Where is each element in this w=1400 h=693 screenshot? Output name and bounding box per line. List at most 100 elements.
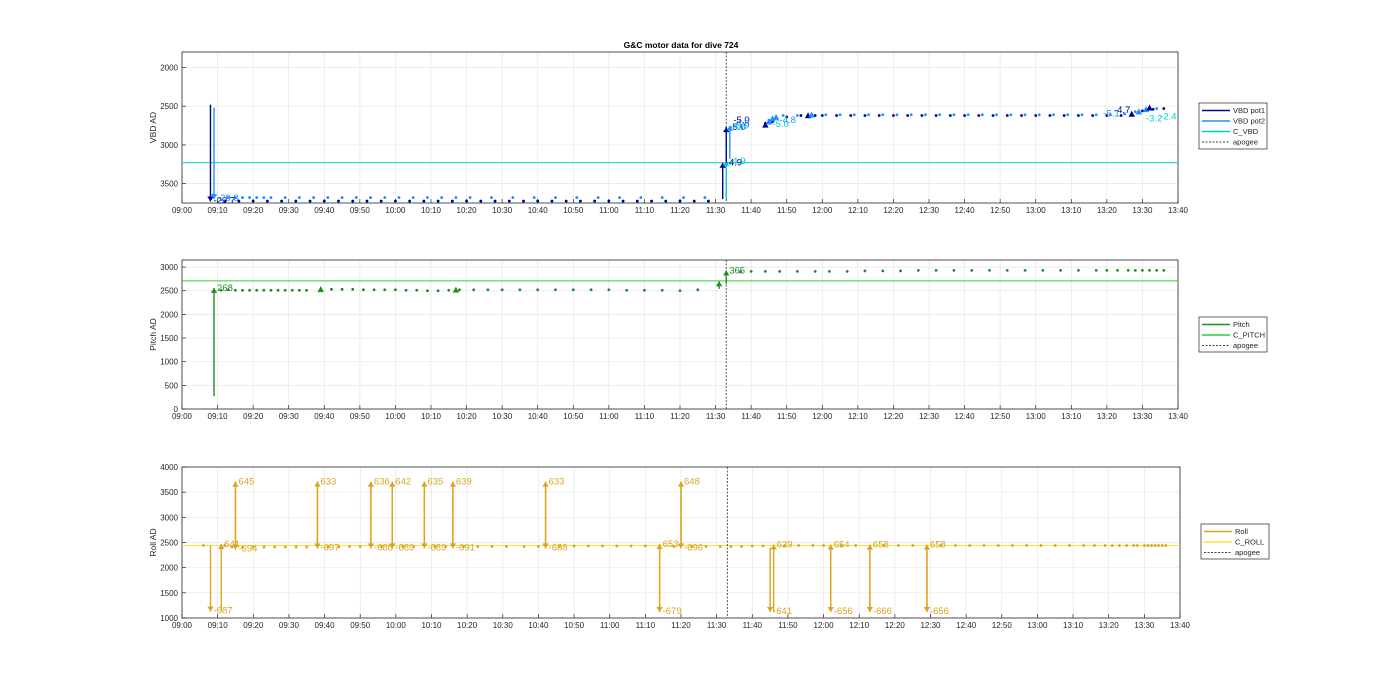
annotation-label: -4.6 (730, 121, 746, 132)
data-point (564, 199, 568, 203)
data-point (536, 288, 540, 292)
figure-title: G&C motor data for dive 724 (624, 40, 739, 50)
data-point (294, 545, 298, 549)
roll-axes: 09:00 09:10 09:20 09:30 09:40 09:50 10:00 10:10… (148, 463, 1270, 630)
data-point (1011, 544, 1014, 547)
data-point (704, 545, 708, 548)
data-point (1037, 113, 1041, 117)
data-point (650, 199, 653, 203)
data-point (294, 199, 298, 203)
x-tick-label: 09:20 (243, 206, 264, 215)
data-point (820, 114, 824, 117)
data-point (863, 114, 867, 117)
move-label: -696 (684, 543, 703, 554)
data-point (1052, 113, 1055, 117)
x-tick-label: 13:00 (1026, 206, 1047, 215)
data-point (911, 544, 915, 547)
data-point (664, 199, 668, 203)
data-point (241, 288, 244, 292)
x-tick-label: 10:20 (457, 621, 478, 630)
annotation-label: -5.0 (772, 119, 788, 130)
x-tick-label: 13:10 (1061, 412, 1082, 421)
data-point (255, 196, 259, 199)
data-point (778, 269, 781, 273)
y-tick-label: 1500 (160, 334, 178, 343)
data-point (440, 196, 444, 199)
x-tick-label: 09:40 (314, 412, 335, 421)
y-tick-label: 3000 (160, 263, 178, 272)
x-tick-label: 12:00 (812, 206, 833, 215)
data-point (436, 289, 440, 293)
data-point (761, 544, 765, 548)
data-point (881, 113, 885, 117)
x-tick-label: 12:50 (992, 621, 1013, 630)
data-point (639, 196, 643, 199)
x-tick-label: 13:30 (1132, 206, 1153, 215)
x-tick-label: 11:50 (778, 621, 798, 630)
data-point (618, 196, 621, 199)
vbd-y-axis-label: VBD AD (148, 112, 158, 143)
data-point (692, 199, 696, 203)
data-point (1034, 114, 1038, 117)
x-tick-label: 09:40 (314, 206, 335, 215)
data-point (458, 288, 461, 292)
data-point (276, 288, 280, 292)
x-tick-label: 11:10 (635, 206, 655, 215)
move-label: 642 (395, 477, 411, 488)
data-point (934, 269, 938, 272)
data-point (479, 199, 483, 203)
x-tick-label: 09:40 (315, 621, 336, 630)
data-point (362, 288, 365, 292)
data-point (1133, 269, 1137, 272)
x-tick-label: 09:30 (279, 412, 300, 421)
x-tick-label: 11:50 (777, 412, 797, 421)
y-tick-label: 3500 (160, 180, 178, 189)
move-label: 365 (729, 265, 745, 276)
x-tick-label: 13:00 (1027, 621, 1048, 630)
data-point (422, 199, 426, 203)
data-point (729, 545, 733, 548)
data-point (996, 544, 1000, 547)
x-tick-label: 12:00 (812, 412, 833, 421)
x-tick-label: 10:00 (386, 621, 407, 630)
x-tick-label: 13:20 (1097, 206, 1118, 215)
data-point (924, 113, 927, 117)
data-point (795, 269, 799, 273)
data-point (404, 288, 408, 292)
data-point (696, 288, 700, 292)
data-point (589, 288, 593, 292)
x-tick-label: 11:50 (777, 206, 797, 215)
x-tick-label: 13:10 (1061, 206, 1082, 215)
data-point (326, 196, 330, 199)
move-label: 653 (663, 539, 679, 550)
data-point (1023, 269, 1027, 272)
data-point (351, 199, 355, 203)
data-point (678, 199, 682, 203)
data-point (1155, 107, 1159, 110)
data-point (297, 196, 301, 199)
data-point (991, 114, 995, 117)
x-tick-label: 09:20 (243, 621, 264, 630)
data-point (354, 196, 358, 199)
x-tick-label: 12:50 (990, 206, 1011, 215)
data-point (308, 199, 312, 203)
data-point (269, 288, 273, 292)
x-tick-label: 12:10 (848, 206, 869, 215)
legend-entry-label: apogee (1233, 341, 1258, 350)
x-tick-label: 09:00 (172, 206, 193, 215)
data-point (895, 113, 899, 117)
data-point (340, 287, 344, 291)
data-point (970, 269, 974, 272)
legend-entry-label: VBD pot2 (1233, 117, 1265, 126)
y-tick-label: 2500 (160, 102, 178, 111)
data-point (571, 288, 575, 292)
x-tick-label: 12:10 (849, 621, 870, 630)
data-point (1116, 269, 1119, 272)
data-point (283, 196, 287, 199)
data-point (643, 288, 646, 292)
data-point (518, 288, 522, 292)
x-tick-label: 12:20 (885, 621, 906, 630)
data-point (233, 288, 237, 292)
data-point (572, 544, 576, 548)
data-point (897, 544, 900, 547)
